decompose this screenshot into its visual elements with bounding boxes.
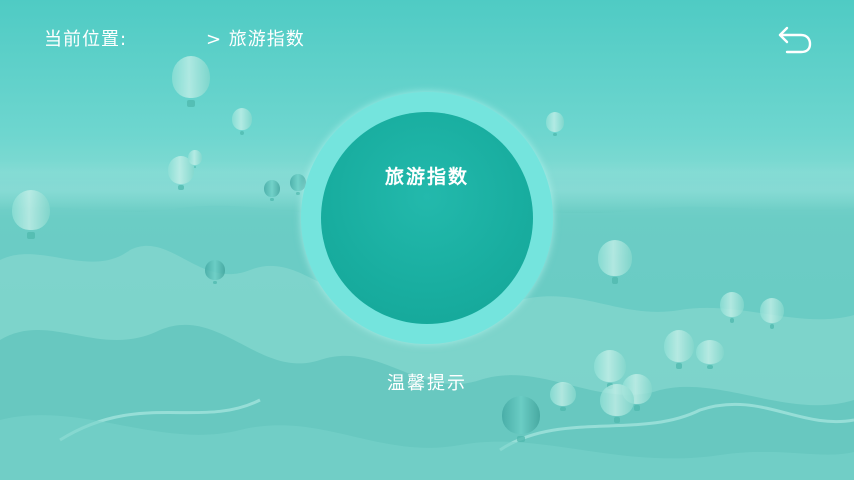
balloon-decoration bbox=[188, 150, 202, 169]
balloon-decoration bbox=[598, 240, 632, 284]
back-button[interactable] bbox=[777, 24, 813, 56]
location-label: 当前位置: bbox=[44, 29, 128, 50]
balloon-decoration bbox=[760, 298, 784, 329]
balloon-decoration bbox=[696, 340, 724, 370]
circle-title: 旅游指数 bbox=[384, 166, 469, 188]
balloon-decoration bbox=[232, 108, 252, 135]
balloon-decoration bbox=[502, 396, 540, 443]
balloon-decoration bbox=[720, 292, 744, 323]
balloon-decoration bbox=[264, 180, 280, 201]
balloon-decoration bbox=[546, 112, 564, 137]
breadcrumb: 当前位置: > 旅游指数 bbox=[44, 25, 304, 51]
tips-title-text: 温馨提示 bbox=[387, 373, 467, 394]
index-circle bbox=[321, 112, 533, 324]
location-path: > 旅游指数 bbox=[206, 29, 305, 50]
back-arrow-icon bbox=[778, 26, 812, 54]
tips-title: 温馨提示 bbox=[0, 369, 854, 395]
balloon-decoration bbox=[12, 190, 50, 239]
balloon-decoration bbox=[205, 260, 225, 285]
balloon-decoration bbox=[172, 56, 210, 108]
balloon-decoration bbox=[664, 330, 694, 370]
